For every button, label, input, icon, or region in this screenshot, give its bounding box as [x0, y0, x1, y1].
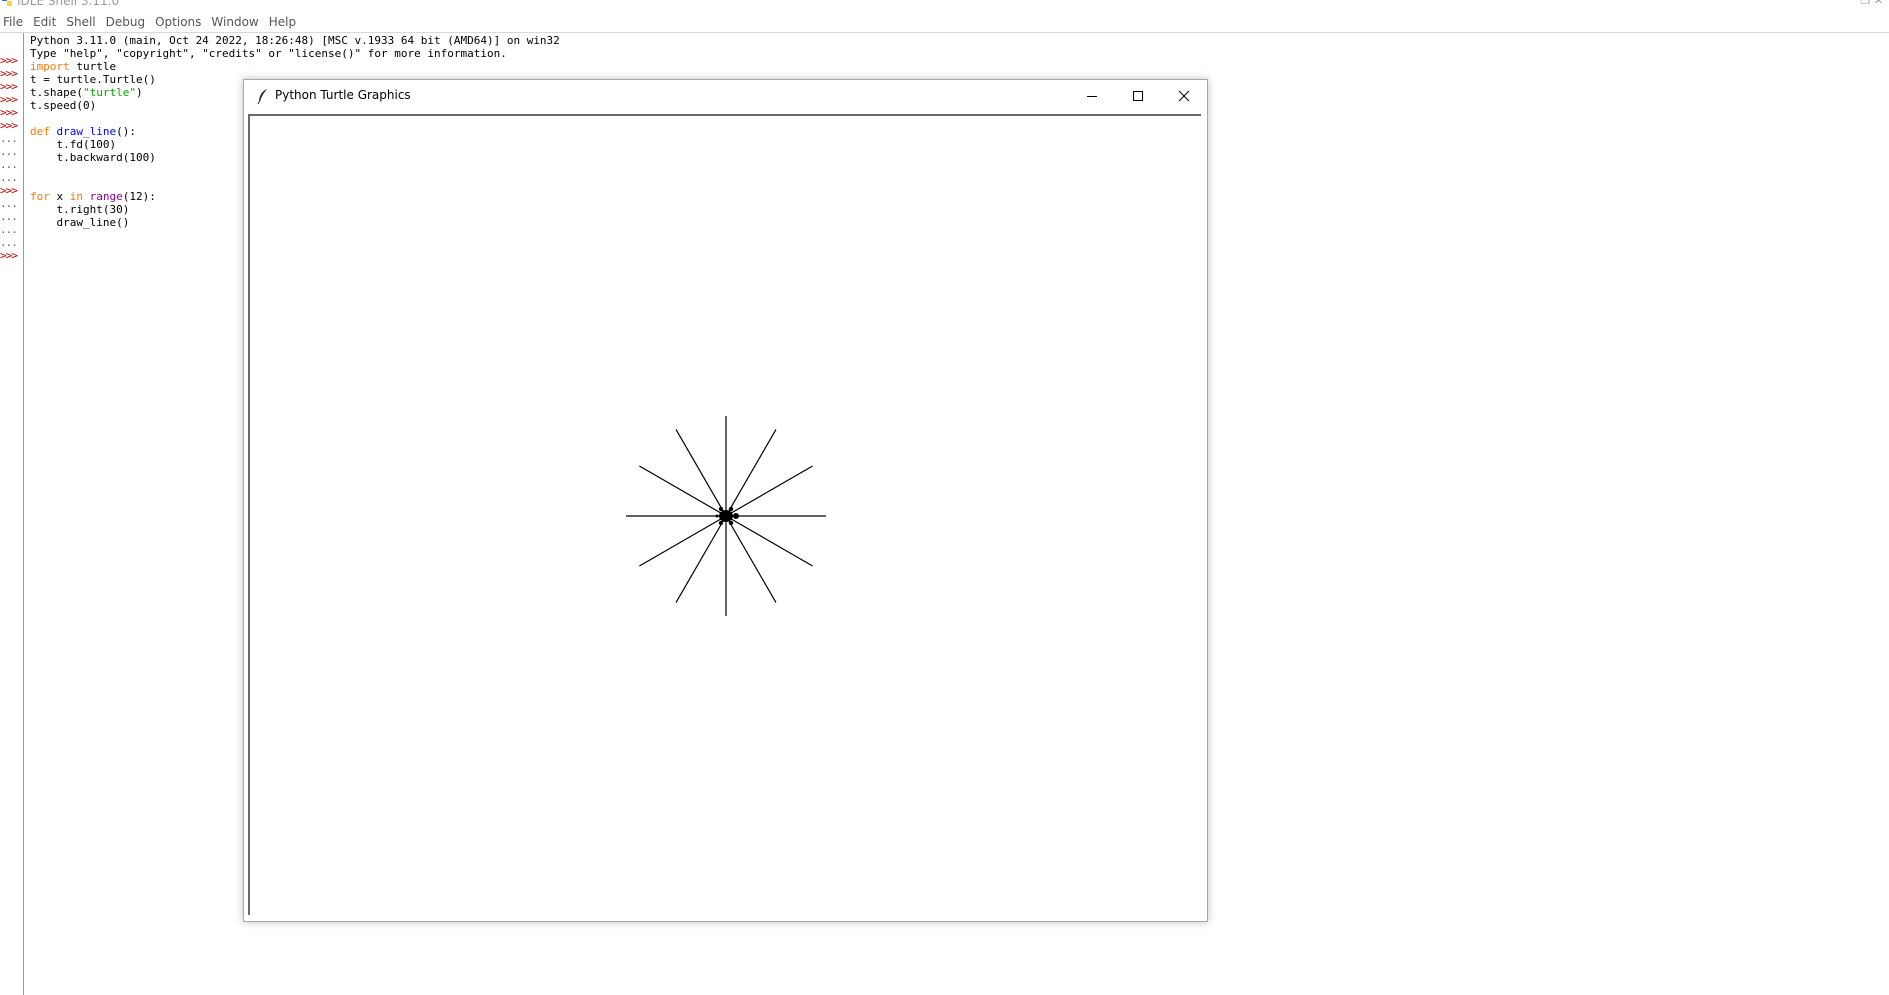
- python-logo-icon: [2, 0, 12, 6]
- turtle-line: [675, 515, 727, 603]
- turtle-line: [725, 465, 813, 517]
- code-token: turtle: [69, 60, 117, 73]
- turtle-line: [725, 429, 777, 517]
- turtle-line: [639, 515, 727, 567]
- code-token: x: [49, 190, 70, 203]
- gutter-spacer: [0, 33, 23, 54]
- shell-prompt: >>>: [0, 119, 18, 132]
- code-token: t.backward(100): [30, 151, 156, 164]
- turtle-window-title: Python Turtle Graphics: [275, 88, 411, 102]
- code-token: in: [69, 190, 83, 203]
- code-token: draw_line(): [30, 216, 130, 229]
- code-line: import turtle: [30, 60, 560, 73]
- menu-edit[interactable]: Edit: [30, 15, 62, 29]
- menu-help[interactable]: Help: [266, 15, 302, 29]
- turtle-line: [725, 515, 813, 567]
- turtle-window-titlebar[interactable]: Python Turtle Graphics: [244, 80, 1207, 112]
- code-token: ): [135, 86, 143, 99]
- turtle-line: [725, 515, 777, 603]
- turtle-canvas[interactable]: [248, 114, 1201, 915]
- code-token: import: [30, 60, 70, 73]
- continuation-prompt: ...: [0, 132, 18, 145]
- code-token: t.shape(: [30, 86, 83, 99]
- minimize-icon: [1087, 96, 1097, 97]
- code-token: range: [89, 190, 123, 203]
- shell-prompt: >>>: [0, 80, 18, 93]
- menu-shell[interactable]: Shell: [63, 15, 101, 29]
- continuation-prompt: ...: [0, 171, 18, 184]
- menu-file[interactable]: File: [0, 15, 29, 29]
- menubar: File Edit Shell Debug Options Window Help: [0, 12, 1889, 32]
- shell-prompt: >>>: [0, 93, 18, 106]
- idle-titlebar: IDLE Shell 3.11.0 ❐ ✕: [0, 0, 1889, 10]
- code-token: draw_line: [56, 125, 117, 138]
- turtle-graphics-window: Python Turtle Graphics: [243, 79, 1208, 922]
- code-token: for: [30, 190, 50, 203]
- code-token: "turtle": [82, 86, 136, 99]
- turtle-drawing: [626, 416, 826, 616]
- continuation-prompt: ...: [0, 145, 18, 158]
- menu-debug[interactable]: Debug: [103, 15, 151, 29]
- shell-prompt: >>>: [0, 67, 18, 80]
- banner-line: Type "help", "copyright", "credits" or "…: [30, 47, 507, 60]
- shell-prompt: >>>: [0, 249, 18, 262]
- menubar-divider: [0, 32, 1889, 33]
- code-token: t = turtle.Turtle(): [30, 73, 156, 86]
- turtle-line: [675, 429, 727, 517]
- idle-window-title: IDLE Shell 3.11.0: [17, 0, 120, 8]
- feather-icon: [257, 89, 267, 104]
- banner-line: Python 3.11.0 (main, Oct 24 2022, 18:26:…: [30, 34, 560, 47]
- continuation-prompt: ...: [0, 223, 18, 236]
- code-token: t.right(30): [30, 203, 130, 216]
- maximize-button[interactable]: [1115, 80, 1161, 112]
- menu-window[interactable]: Window: [208, 15, 264, 29]
- close-button[interactable]: [1161, 80, 1207, 112]
- continuation-prompt: ...: [0, 158, 18, 171]
- continuation-prompt: ...: [0, 197, 18, 210]
- maximize-icon: [1133, 91, 1143, 101]
- idle-restore-icon[interactable]: ❐ ✕: [1860, 0, 1883, 7]
- close-icon: [1178, 90, 1190, 102]
- code-token: (12):: [122, 190, 156, 203]
- continuation-prompt: ...: [0, 210, 18, 223]
- code-token: def: [30, 125, 50, 138]
- turtle-line: [639, 465, 727, 517]
- menu-options[interactable]: Options: [152, 15, 207, 29]
- minimize-button[interactable]: [1069, 80, 1115, 112]
- code-token: t.fd(100): [30, 138, 117, 151]
- turtle-cursor-icon: [715, 506, 739, 526]
- code-token: ():: [116, 125, 136, 138]
- shell-prompt: >>>: [0, 54, 18, 67]
- continuation-prompt: ...: [0, 236, 18, 249]
- code-token: t.speed(0): [30, 99, 97, 112]
- shell-prompt: >>>: [0, 106, 18, 119]
- prompt-gutter: >>> >>> >>> >>> >>> >>>............ >>>.......…: [0, 33, 24, 995]
- shell-prompt: >>>: [0, 184, 18, 197]
